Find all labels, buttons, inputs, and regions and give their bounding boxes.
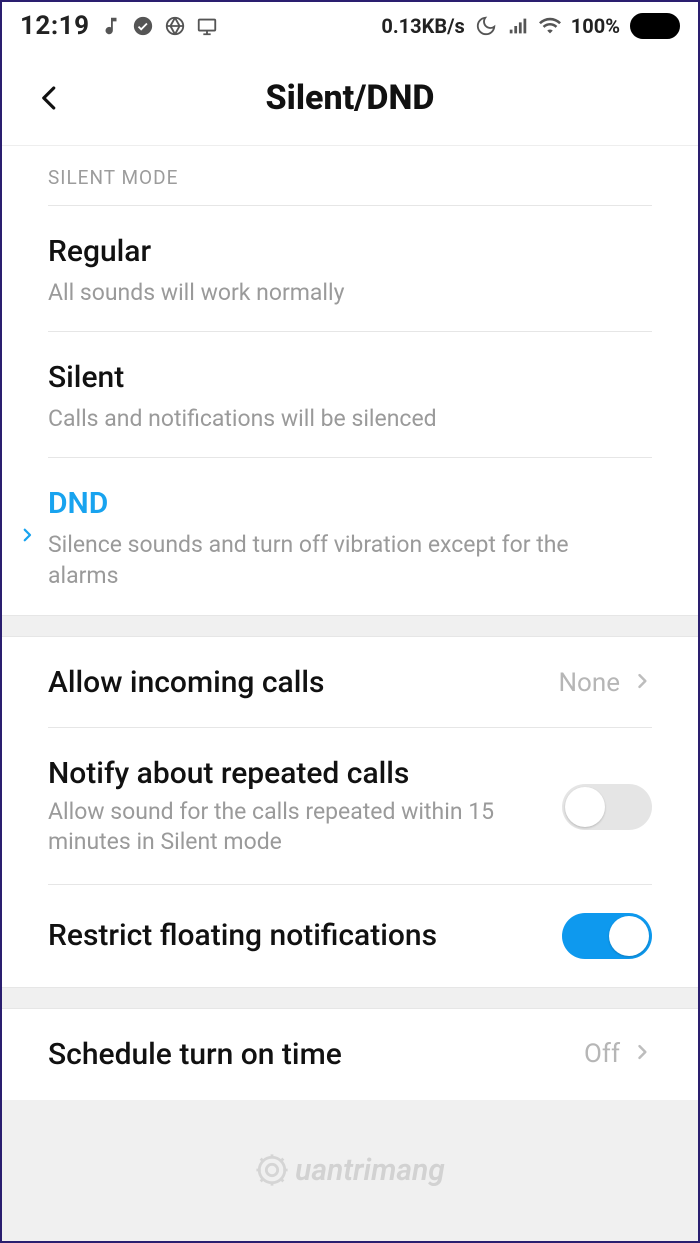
restrict-floating-toggle[interactable] — [562, 913, 652, 959]
battery-percent: 100% — [571, 14, 620, 38]
restrict-floating-notifications-row[interactable]: Restrict floating notifications — [2, 885, 698, 987]
mode-silent[interactable]: Silent Calls and notifications will be s… — [2, 332, 698, 458]
row-value: None — [558, 668, 620, 698]
row-label: Schedule turn on time — [48, 1037, 564, 1072]
selected-indicator-icon — [18, 523, 36, 551]
signal-icon — [507, 15, 529, 37]
row-label: Allow incoming calls — [48, 665, 538, 700]
row-value: Off — [584, 1039, 620, 1069]
notify-repeated-calls-row[interactable]: Notify about repeated calls Allow sound … — [2, 728, 698, 885]
status-time: 12:19 — [20, 11, 90, 41]
watermark-text: uantrimang — [295, 1153, 445, 1188]
mode-title: Regular — [48, 232, 652, 271]
row-label: Notify about repeated calls — [48, 756, 542, 791]
row-label: Restrict floating notifications — [48, 918, 542, 953]
schedule-turn-on-row[interactable]: Schedule turn on time Off — [2, 1009, 698, 1100]
network-speed: 0.13KB/s — [381, 14, 464, 38]
status-bar: 12:19 0.13KB/s 10 — [2, 2, 698, 50]
moon-icon — [475, 15, 497, 37]
chevron-right-icon — [632, 1038, 652, 1070]
checkmark-circle-icon — [132, 15, 154, 37]
mode-dnd[interactable]: DND Silence sounds and turn off vibratio… — [2, 458, 698, 615]
wifi-icon — [539, 15, 561, 37]
ftp-icon — [196, 15, 218, 37]
footer-empty-area: uantrimang — [2, 1100, 698, 1241]
mode-list: Regular All sounds will work normally Si… — [2, 206, 698, 615]
music-note-icon — [100, 15, 122, 37]
row-subtitle: Allow sound for the calls repeated withi… — [48, 797, 542, 857]
mode-regular[interactable]: Regular All sounds will work normally — [2, 206, 698, 332]
section-divider — [2, 987, 698, 1009]
aperture-icon — [164, 15, 186, 37]
schedule-section: Schedule turn on time Off — [2, 1009, 698, 1100]
mode-subtitle: Calls and notifications will be silenced — [48, 403, 588, 434]
dnd-settings: Allow incoming calls None Notify about r… — [2, 637, 698, 987]
header: Silent/DND — [2, 50, 698, 146]
watermark: uantrimang — [255, 1153, 445, 1188]
silent-mode-section-label: SILENT MODE — [2, 146, 698, 205]
mode-title: Silent — [48, 358, 652, 397]
mode-subtitle: Silence sounds and turn off vibration ex… — [48, 529, 588, 591]
battery-icon — [630, 13, 680, 39]
mode-title: DND — [48, 484, 652, 523]
allow-incoming-calls-row[interactable]: Allow incoming calls None — [2, 637, 698, 728]
notify-repeated-toggle[interactable] — [562, 784, 652, 830]
section-divider — [2, 615, 698, 637]
chevron-right-icon — [632, 667, 652, 699]
page-title: Silent/DND — [30, 78, 670, 118]
mode-subtitle: All sounds will work normally — [48, 277, 588, 308]
